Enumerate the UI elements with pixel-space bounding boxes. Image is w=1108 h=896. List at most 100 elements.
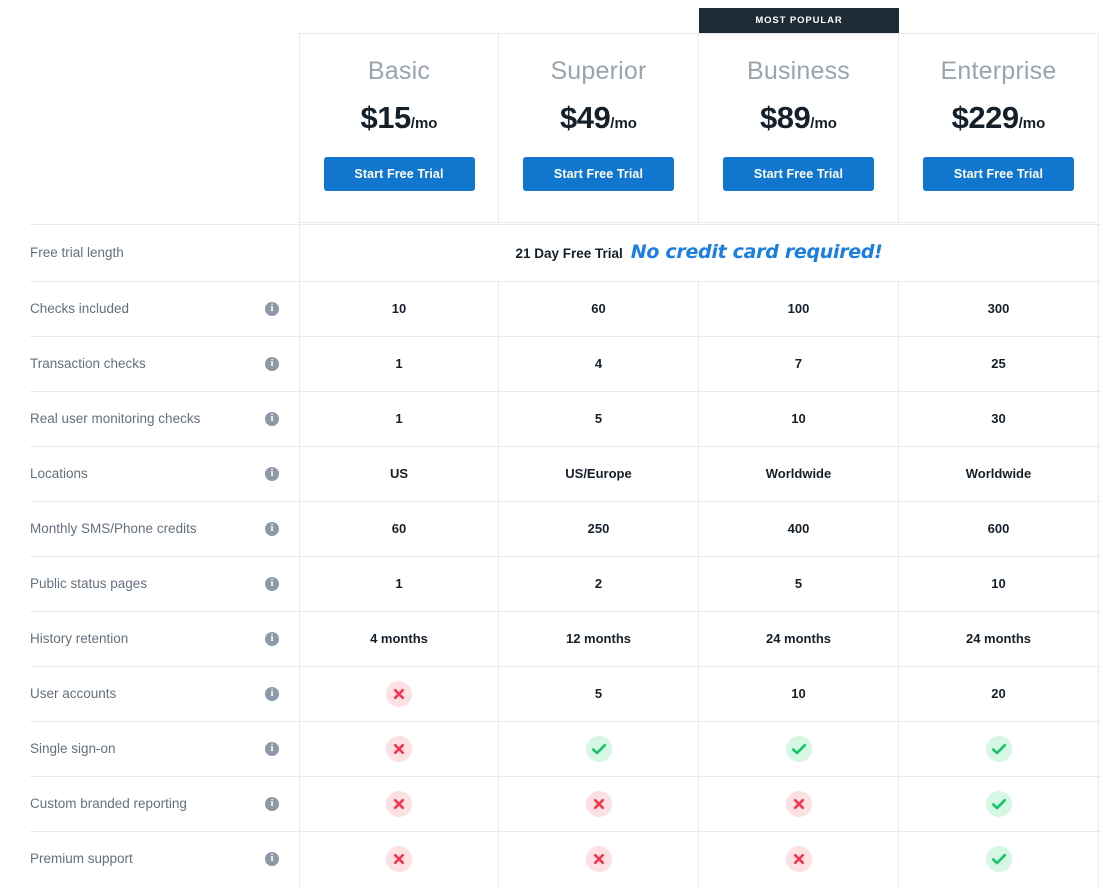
table-row-premium-support: Premium support i bbox=[0, 831, 1108, 886]
plan-price: $89/mo bbox=[699, 102, 898, 133]
feature-value-cell bbox=[299, 666, 499, 721]
feature-value-cells: 10 60 100 300 bbox=[299, 281, 1099, 336]
feature-value-cell bbox=[499, 721, 699, 776]
plan-price: $15/mo bbox=[300, 102, 498, 133]
not-included-cross-icon bbox=[785, 845, 812, 872]
feature-label: Premium support bbox=[30, 851, 133, 866]
feature-value-cells bbox=[299, 776, 1099, 831]
info-icon[interactable]: i bbox=[265, 467, 279, 481]
no-credit-card-note: No credit card required! bbox=[630, 241, 883, 263]
feature-value-cell: 400 bbox=[699, 501, 899, 556]
feature-value-cells: 1 5 10 30 bbox=[299, 391, 1099, 446]
feature-value-cell: US bbox=[299, 446, 499, 501]
table-row-custom-branded-reporting: Custom branded reporting i bbox=[0, 776, 1108, 831]
info-icon[interactable]: i bbox=[265, 357, 279, 371]
feature-value-cell: 10 bbox=[299, 281, 499, 336]
plan-price-amount: $229 bbox=[951, 99, 1019, 135]
feature-value-cell: 1 bbox=[299, 556, 499, 611]
plan-name: Enterprise bbox=[940, 57, 1057, 85]
feature-value-cells: 60 250 400 600 bbox=[299, 501, 1099, 556]
table-row-monthly-sms-phone-credits: Monthly SMS/Phone credits i 60 250 400 600 bbox=[0, 501, 1108, 556]
feature-value-cell: 5 bbox=[499, 391, 699, 446]
start-free-trial-button[interactable]: Start Free Trial bbox=[523, 156, 674, 191]
feature-value-cell bbox=[499, 776, 699, 831]
feature-label: Transaction checks bbox=[30, 356, 146, 371]
free-trial-value-cell: 21 Day Free Trial No credit card required… bbox=[299, 224, 1099, 281]
included-check-icon bbox=[985, 845, 1012, 872]
not-included-cross-icon bbox=[785, 790, 812, 817]
info-icon[interactable]: i bbox=[265, 852, 279, 866]
feature-value-cell bbox=[499, 831, 699, 886]
feature-value-cell: 1 bbox=[299, 336, 499, 391]
feature-value-cell: 4 months bbox=[299, 611, 499, 666]
feature-value-cell: 60 bbox=[299, 501, 499, 556]
feature-value-cells: 1 2 5 10 bbox=[299, 556, 1099, 611]
feature-value-cell bbox=[699, 721, 899, 776]
feature-value-cell: 7 bbox=[699, 336, 899, 391]
feature-value-cells: 1 4 7 25 bbox=[299, 336, 1099, 391]
pricing-comparison-table: MOST POPULAR Basic $15/mo Start Free Tri… bbox=[0, 0, 1108, 896]
feature-label: User accounts bbox=[30, 686, 117, 701]
plan-name: Basic bbox=[367, 57, 431, 85]
feature-value-cell bbox=[299, 721, 499, 776]
feature-value-cell bbox=[699, 831, 899, 886]
info-icon[interactable]: i bbox=[265, 412, 279, 426]
not-included-cross-icon bbox=[386, 845, 412, 872]
table-row-transaction-checks: Transaction checks i 1 4 7 25 bbox=[0, 336, 1108, 391]
feature-value-cell bbox=[299, 831, 499, 886]
plan-header-row: MOST POPULAR Basic $15/mo Start Free Tri… bbox=[0, 0, 1108, 224]
plan-name: Superior bbox=[550, 57, 647, 85]
feature-value-cell: 30 bbox=[899, 391, 1099, 446]
info-icon[interactable]: i bbox=[265, 742, 279, 756]
feature-value-cell: 25 bbox=[899, 336, 1099, 391]
info-icon[interactable]: i bbox=[265, 632, 279, 646]
feature-label: Free trial length bbox=[30, 245, 124, 260]
feature-value-cell: 1 bbox=[299, 391, 499, 446]
feature-value-cells bbox=[299, 721, 1099, 776]
not-included-cross-icon bbox=[585, 790, 612, 817]
plan-price-period: /mo bbox=[410, 114, 438, 132]
feature-value-cell: US/Europe bbox=[499, 446, 699, 501]
feature-value-cell: 10 bbox=[699, 391, 899, 446]
feature-value-cells: 4 months 12 months 24 months 24 months bbox=[299, 611, 1099, 666]
info-icon[interactable]: i bbox=[265, 687, 279, 701]
start-free-trial-button[interactable]: Start Free Trial bbox=[323, 156, 475, 191]
plan-card-business: Business $89/mo Start Free Trial bbox=[699, 33, 899, 223]
feature-label: Public status pages bbox=[30, 576, 148, 591]
not-included-cross-icon bbox=[386, 680, 412, 707]
start-free-trial-button[interactable]: Start Free Trial bbox=[923, 156, 1074, 191]
feature-label: Locations bbox=[30, 466, 88, 481]
feature-value-cell: 10 bbox=[899, 556, 1099, 611]
feature-value-cell bbox=[899, 776, 1099, 831]
feature-value-cell: 5 bbox=[699, 556, 899, 611]
included-check-icon bbox=[785, 735, 812, 762]
table-row-locations: Locations i US US/Europe Worldwide Worldwide bbox=[0, 446, 1108, 501]
plan-card-superior: Superior $49/mo Start Free Trial bbox=[499, 33, 699, 223]
included-check-icon bbox=[985, 790, 1012, 817]
feature-value-cell: 600 bbox=[899, 501, 1099, 556]
included-check-icon bbox=[985, 735, 1012, 762]
feature-label: Custom branded reporting bbox=[30, 796, 187, 811]
feature-value-cell bbox=[699, 776, 899, 831]
info-icon[interactable]: i bbox=[265, 797, 279, 811]
table-row-user-accounts: User accounts i 5 10 20 bbox=[0, 666, 1108, 721]
plan-price-period: /mo bbox=[610, 114, 637, 132]
table-row-checks-included: Checks included i 10 60 100 300 bbox=[0, 281, 1108, 336]
info-icon[interactable]: i bbox=[265, 302, 279, 316]
feature-value-cell: 100 bbox=[699, 281, 899, 336]
feature-value-cell: 4 bbox=[499, 336, 699, 391]
feature-value-cell: 300 bbox=[899, 281, 1099, 336]
plan-card-basic: Basic $15/mo Start Free Trial bbox=[299, 33, 499, 223]
feature-value-cell bbox=[299, 776, 499, 831]
feature-value-cell: 60 bbox=[499, 281, 699, 336]
plan-price-amount: $49 bbox=[560, 99, 611, 135]
feature-value-cell: 250 bbox=[499, 501, 699, 556]
start-free-trial-button[interactable]: Start Free Trial bbox=[723, 156, 874, 191]
feature-value-cell: 10 bbox=[699, 666, 899, 721]
feature-value-cell: 12 months bbox=[499, 611, 699, 666]
info-icon[interactable]: i bbox=[265, 577, 279, 591]
feature-label: Single sign-on bbox=[30, 741, 116, 756]
feature-value-cells: 5 10 20 bbox=[299, 666, 1099, 721]
info-icon[interactable]: i bbox=[265, 522, 279, 536]
feature-rows: Free trial length 21 Day Free Trial No cr… bbox=[0, 224, 1108, 886]
